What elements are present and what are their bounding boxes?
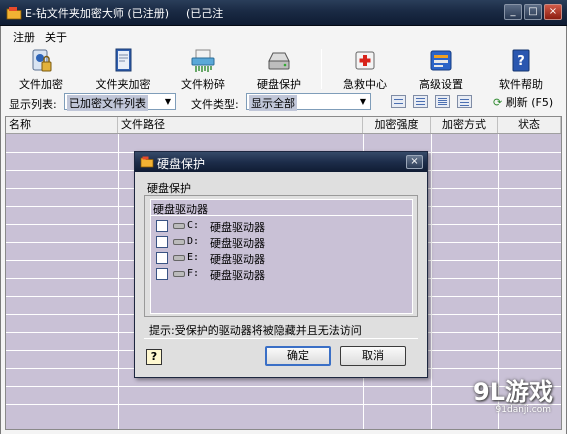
software-help-button[interactable]: ? 软件帮助	[491, 45, 551, 92]
drive-c-checkbox[interactable]	[156, 220, 168, 232]
title-bar[interactable]: E-钻文件夹加密大师 (已注册) (已己注 _ □ ×	[0, 0, 567, 26]
site-watermark: 9L游戏 91danji.com	[447, 372, 553, 424]
advanced-settings-label: 高级设置	[419, 78, 463, 91]
drive-letter: F:	[187, 268, 200, 279]
column-divider	[118, 134, 119, 429]
file-encrypt-button[interactable]: 文件加密	[11, 45, 71, 92]
folder-encrypt-label: 文件夹加密	[95, 78, 151, 91]
column-path[interactable]: 文件路径	[118, 117, 363, 133]
window-title: E-钻文件夹加密大师 (已注册)	[25, 7, 169, 20]
view-details-button[interactable]	[457, 95, 472, 108]
file-shred-button[interactable]: 文件粉碎	[173, 45, 233, 92]
file-encrypt-label: 文件加密	[19, 78, 63, 91]
display-list-label: 显示列表:	[9, 98, 57, 111]
dialog-folder-icon	[140, 156, 154, 168]
lock-key-icon	[32, 49, 52, 72]
drive-name: 硬盘驱动器	[210, 221, 265, 234]
refresh-icon: ⟳	[493, 96, 503, 109]
column-name[interactable]: 名称	[6, 117, 118, 133]
hard-drive-icon	[173, 271, 185, 277]
settings-icon	[430, 50, 452, 71]
watermark-url: 91danji.com	[495, 405, 551, 415]
window-title-fragment: (已己注	[186, 7, 224, 20]
view-list-button[interactable]	[435, 95, 450, 108]
drive-letter: E:	[187, 252, 200, 263]
folder-encrypt-button[interactable]: 文件夹加密	[91, 45, 155, 92]
drive-list-header-divider	[151, 215, 412, 216]
rescue-center-button[interactable]: 急救中心	[335, 45, 395, 92]
dialog-hint: 提示:受保护的驱动器将被隐藏并且无法访问	[149, 324, 362, 337]
file-shred-label: 文件粉碎	[181, 78, 225, 91]
watermark-logo: 9L游戏	[473, 378, 553, 406]
dialog-title-bar[interactable]: 硬盘保护 ×	[135, 152, 427, 172]
file-type-combo[interactable]: 显示全部 ▼	[246, 93, 371, 111]
help-icon[interactable]: ?	[146, 349, 162, 365]
drive-f-checkbox[interactable]	[156, 268, 168, 280]
display-list-combo[interactable]: 已加密文件列表 ▼	[64, 93, 176, 111]
drive-item-e[interactable]: E: 硬盘驱动器	[154, 251, 410, 266]
minimize-button[interactable]: _	[504, 4, 522, 20]
file-type-value: 显示全部	[249, 95, 297, 111]
view-large-icons-button[interactable]	[391, 95, 406, 108]
display-list-value: 已加密文件列表	[67, 95, 148, 111]
close-button[interactable]: ×	[544, 4, 562, 20]
drive-name: 硬盘驱动器	[210, 253, 265, 266]
hard-drive-icon	[268, 52, 290, 70]
app-folder-icon	[6, 7, 22, 20]
drive-list[interactable]: 硬盘驱动器 C: 硬盘驱动器 D: 硬盘驱动器 E: 硬盘驱动器 F: 硬盘驱动…	[150, 199, 413, 314]
filter-bar: 显示列表: 已加密文件列表 ▼ 文件类型: 显示全部 ▼ ⟳ 刷新 (F5)	[1, 92, 566, 113]
drive-d-checkbox[interactable]	[156, 236, 168, 248]
drive-item-c[interactable]: C: 硬盘驱动器	[154, 219, 410, 234]
menu-register[interactable]: 注册	[13, 29, 35, 45]
file-type-label: 文件类型:	[191, 98, 239, 111]
toolbar-separator	[321, 49, 322, 89]
dialog-divider	[144, 338, 418, 339]
folder-document-icon	[115, 48, 132, 72]
drive-letter: C:	[187, 220, 200, 231]
maximize-button[interactable]: □	[524, 4, 542, 20]
drive-item-f[interactable]: F: 硬盘驱动器	[154, 267, 410, 282]
drive-name: 硬盘驱动器	[210, 269, 265, 282]
hard-drive-icon	[173, 255, 185, 261]
menu-about[interactable]: 关于	[45, 29, 67, 45]
chevron-down-icon: ▼	[359, 97, 367, 106]
chevron-down-icon: ▼	[164, 97, 172, 106]
hard-drive-icon	[173, 239, 185, 245]
shredder-icon	[191, 49, 215, 72]
ok-button[interactable]: 确定	[265, 346, 331, 366]
column-strength[interactable]: 加密强度	[363, 117, 431, 133]
toolbar: 文件加密 文件夹加密 文件粉碎 硬盘保护 急救中心 高级设置 ? 软件帮助	[1, 45, 566, 92]
column-status[interactable]: 状态	[498, 117, 561, 133]
drive-e-checkbox[interactable]	[156, 252, 168, 264]
refresh-label: 刷新 (F5)	[505, 96, 554, 109]
drive-item-d[interactable]: D: 硬盘驱动器	[154, 235, 410, 250]
column-method[interactable]: 加密方式	[431, 117, 498, 133]
dialog-close-button[interactable]: ×	[406, 155, 423, 169]
help-book-icon: ?	[512, 49, 530, 72]
first-aid-icon	[355, 51, 375, 70]
svg-text:?: ?	[517, 54, 525, 69]
disk-protect-button[interactable]: 硬盘保护	[249, 45, 309, 92]
menu-bar: 注册 关于	[1, 26, 566, 45]
column-divider	[431, 134, 432, 429]
software-help-label: 软件帮助	[499, 78, 543, 91]
view-small-icons-button[interactable]	[413, 95, 428, 108]
hard-drive-icon	[173, 223, 185, 229]
drive-name: 硬盘驱动器	[210, 237, 265, 250]
advanced-settings-button[interactable]: 高级设置	[411, 45, 471, 92]
cancel-button[interactable]: 取消	[340, 346, 406, 366]
refresh-button[interactable]: ⟳ 刷新 (F5)	[493, 94, 553, 110]
table-header: 名称 文件路径 加密强度 加密方式 状态	[6, 117, 561, 134]
rescue-center-label: 急救中心	[343, 78, 387, 91]
dialog-group-label: 硬盘保护	[147, 182, 191, 195]
drive-letter: D:	[187, 236, 200, 247]
dialog-title: 硬盘保护	[157, 157, 206, 171]
drive-group-box: 硬盘驱动器 C: 硬盘驱动器 D: 硬盘驱动器 E: 硬盘驱动器 F: 硬盘驱动…	[144, 195, 418, 317]
disk-protect-dialog[interactable]: 硬盘保护 × 硬盘保护 硬盘驱动器 C: 硬盘驱动器 D: 硬盘驱动器 E: 硬…	[134, 151, 428, 378]
disk-protect-label: 硬盘保护	[257, 78, 301, 91]
